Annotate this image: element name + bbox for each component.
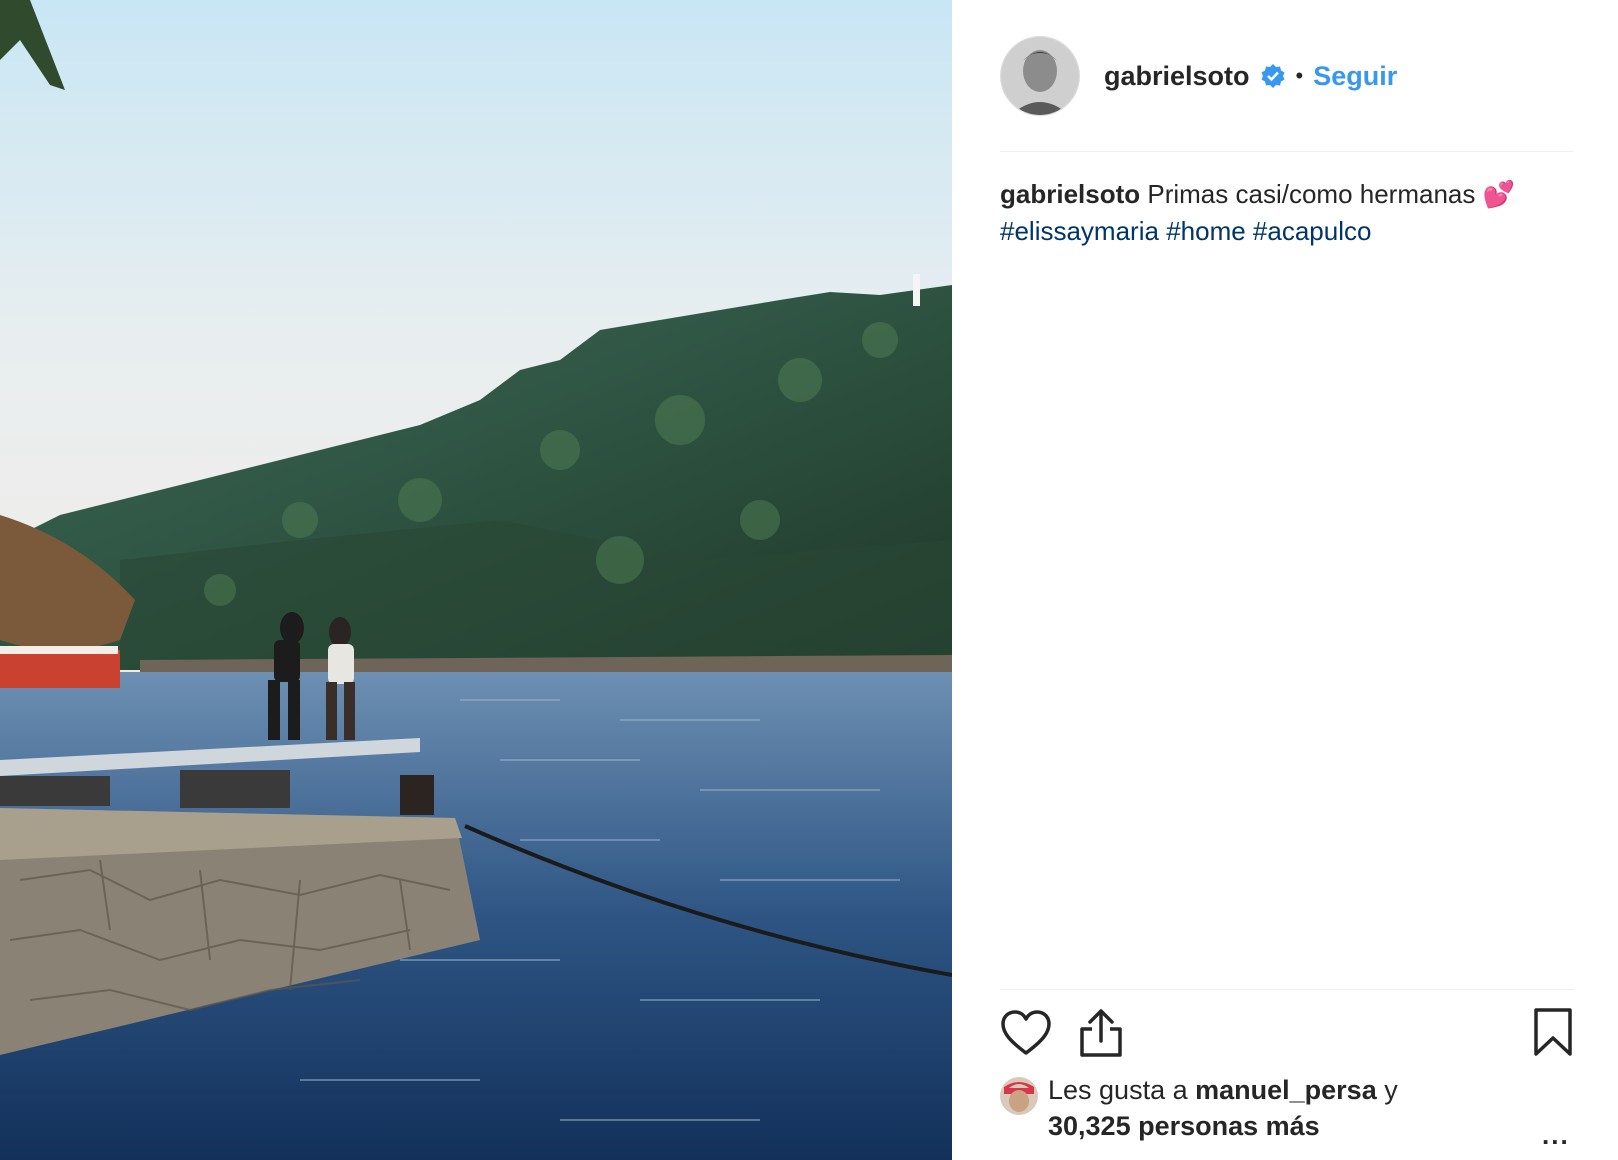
post-actions — [1000, 1006, 1574, 1064]
likes-prefix: Les gusta a — [1048, 1075, 1188, 1105]
post-details-panel: gabrielsoto • Seguir gabrielsoto Primas … — [952, 0, 1618, 1160]
photo-scene — [0, 0, 952, 1160]
likes-count[interactable]: 30,325 personas más — [1048, 1111, 1320, 1142]
liker-avatar[interactable] — [1000, 1077, 1038, 1115]
verified-badge-icon — [1260, 63, 1286, 89]
liker-username[interactable]: manuel_persa — [1195, 1075, 1377, 1105]
follow-button[interactable]: Seguir — [1313, 61, 1397, 92]
share-icon[interactable] — [1078, 1007, 1124, 1064]
actions-divider — [1000, 989, 1574, 990]
more-options-button[interactable]: ... — [1542, 1120, 1570, 1151]
post-header: gabrielsoto • Seguir — [1000, 36, 1397, 116]
caption-emoji: 💕 — [1482, 179, 1515, 209]
caption-text: Primas casi/como hermanas — [1147, 179, 1476, 209]
author-avatar[interactable] — [1000, 36, 1080, 116]
post-photo[interactable] — [0, 0, 952, 1160]
likes-joiner: y — [1384, 1075, 1398, 1105]
caption-username[interactable]: gabrielsoto — [1000, 179, 1140, 209]
likes-line: Les gusta a manuel_persa y — [1048, 1075, 1398, 1106]
hashtag-link[interactable]: #elissaymaria — [1000, 216, 1159, 246]
author-username[interactable]: gabrielsoto — [1104, 61, 1250, 92]
hashtag-link[interactable]: #home — [1166, 216, 1246, 246]
heart-icon[interactable] — [1000, 1009, 1052, 1062]
post-caption: gabrielsoto Primas casi/como hermanas 💕 … — [1000, 176, 1574, 250]
header-divider — [1000, 151, 1574, 152]
bookmark-icon[interactable] — [1532, 1006, 1574, 1063]
header-separator: • — [1295, 63, 1304, 88]
hashtag-link[interactable]: #acapulco — [1253, 216, 1372, 246]
